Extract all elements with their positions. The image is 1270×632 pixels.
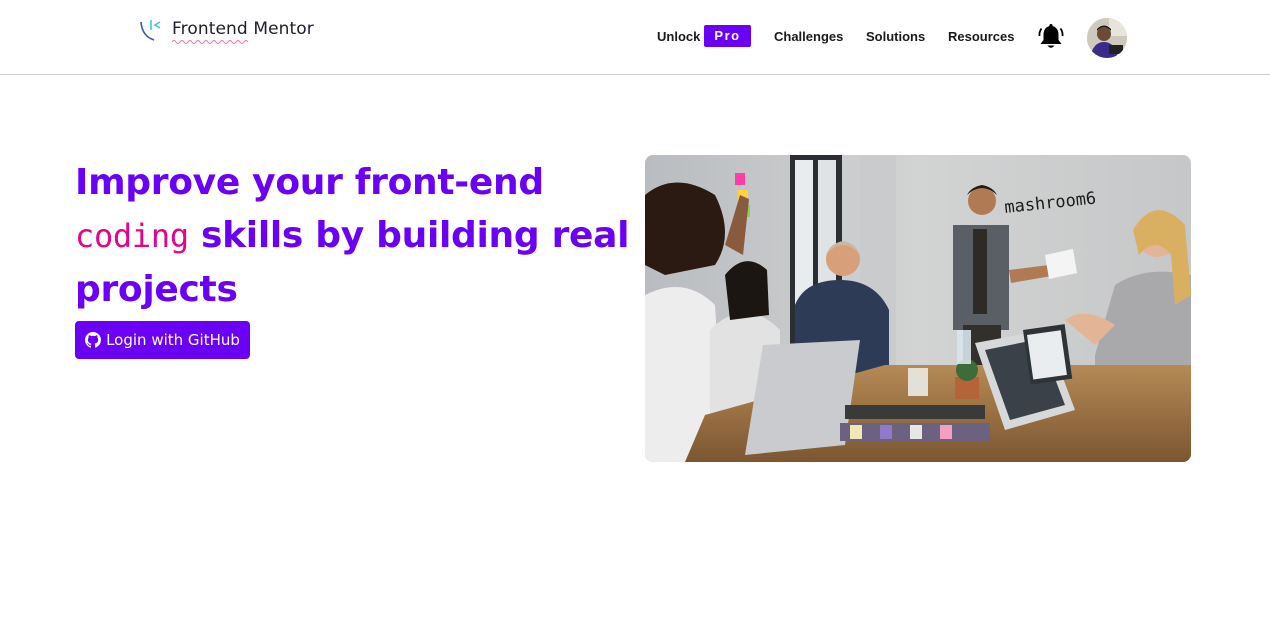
nav-solutions[interactable]: Solutions	[866, 29, 925, 44]
logo-mark-icon	[138, 18, 166, 44]
site-header: Frontend Mentor Unlock Pro Challenges So…	[0, 0, 1270, 75]
pro-badge[interactable]: Pro	[704, 25, 751, 47]
github-button-label: Login with GitHub	[106, 331, 240, 349]
logo-text: Frontend Mentor	[172, 19, 314, 39]
hero-title-part1: Improve your front-end	[75, 162, 544, 203]
frontend-mentor-logo[interactable]: Frontend Mentor	[138, 18, 314, 48]
nav-unlock[interactable]: Unlock	[657, 29, 700, 44]
hero-title-code: coding	[75, 217, 189, 255]
login-with-github-button[interactable]: Login with GitHub	[75, 321, 250, 359]
nav-challenges[interactable]: Challenges	[774, 29, 843, 44]
hero-team-photo: mashroom6	[645, 155, 1191, 462]
nav-resources[interactable]: Resources	[948, 29, 1014, 44]
github-icon	[85, 332, 102, 348]
bell-icon[interactable]	[1037, 23, 1065, 51]
squiggle-underline-icon	[172, 40, 249, 44]
avatar-photo	[1087, 18, 1127, 58]
hero-heading: Improve your front-end coding skills by b…	[75, 156, 635, 316]
user-avatar[interactable]	[1087, 18, 1127, 58]
